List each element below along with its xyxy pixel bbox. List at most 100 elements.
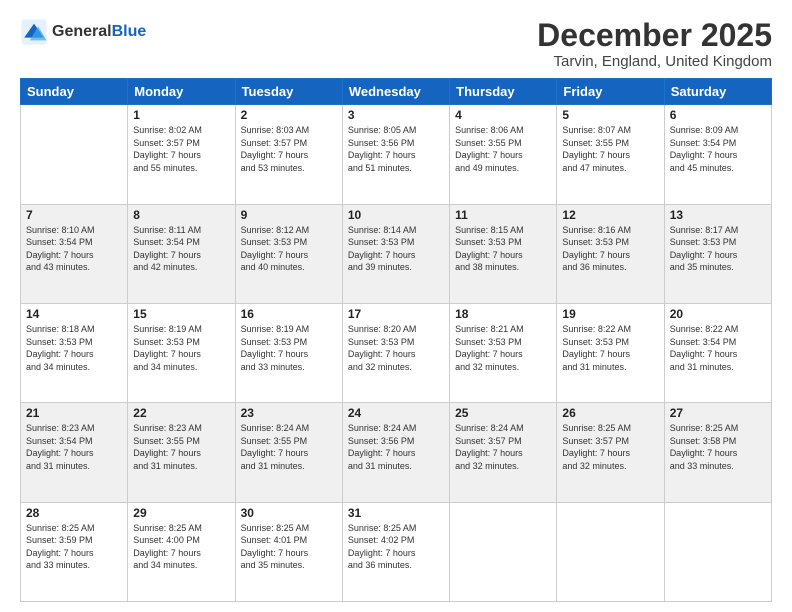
calendar-week-row: 21 Sunrise: 8:23 AMSunset: 3:54 PMDayligh… [21,403,772,502]
table-row: 22 Sunrise: 8:23 AMSunset: 3:55 PMDayligh… [128,403,235,502]
table-row: 30Sunrise: 8:25 AMSunset: 4:01 PMDayligh… [235,502,342,601]
table-row: 2 Sunrise: 8:03 AMSunset: 3:57 PMDaylight… [235,105,342,204]
day-info: Sunrise: 8:25 AMSunset: 4:01 PMDaylight:… [241,522,337,572]
day-info: Sunrise: 8:25 AMSunset: 4:00 PMDaylight:… [133,522,229,572]
table-row: 10 Sunrise: 8:14 AMSunset: 3:53 PMDayligh… [342,204,449,303]
day-info: Sunrise: 8:11 AMSunset: 3:54 PMDaylight:… [133,224,229,274]
day-info: Sunrise: 8:18 AMSunset: 3:53 PMDaylight:… [26,323,122,373]
day-info: Sunrise: 8:23 AMSunset: 3:55 PMDaylight:… [133,422,229,472]
table-row: 21 Sunrise: 8:23 AMSunset: 3:54 PMDayligh… [21,403,128,502]
header-monday: Monday [128,79,235,105]
day-number: 6 [670,108,766,122]
table-row: 17Sunrise: 8:20 AMSunset: 3:53 PMDayligh… [342,303,449,402]
day-number: 24 [348,406,444,420]
day-number: 29 [133,506,229,520]
table-row [450,502,557,601]
day-info: Sunrise: 8:21 AMSunset: 3:53 PMDaylight:… [455,323,551,373]
logo: GeneralBlue [20,18,146,46]
day-info: Sunrise: 8:10 AMSunset: 3:54 PMDaylight:… [26,224,122,274]
header-saturday: Saturday [664,79,771,105]
day-number: 3 [348,108,444,122]
day-info: Sunrise: 8:16 AMSunset: 3:53 PMDaylight:… [562,224,658,274]
table-row: 31 Sunrise: 8:25 AMSunset: 4:02 PMDayligh… [342,502,449,601]
day-number: 23 [241,406,337,420]
table-row: 27 Sunrise: 8:25 AMSunset: 3:58 PMDayligh… [664,403,771,502]
table-row [664,502,771,601]
table-row: 7 Sunrise: 8:10 AMSunset: 3:54 PMDaylight… [21,204,128,303]
day-number: 21 [26,406,122,420]
day-number: 19 [562,307,658,321]
day-number: 26 [562,406,658,420]
calendar-header-row: Sunday Monday Tuesday Wednesday Thursday… [21,79,772,105]
day-number: 16 [241,307,337,321]
main-title: December 2025 [537,18,772,53]
day-info: Sunrise: 8:24 AMSunset: 3:56 PMDaylight:… [348,422,444,472]
day-number: 15 [133,307,229,321]
header-wednesday: Wednesday [342,79,449,105]
day-number: 25 [455,406,551,420]
day-number: 5 [562,108,658,122]
day-number: 4 [455,108,551,122]
day-info: Sunrise: 8:17 AMSunset: 3:53 PMDaylight:… [670,224,766,274]
day-number: 18 [455,307,551,321]
table-row: 9 Sunrise: 8:12 AMSunset: 3:53 PMDaylight… [235,204,342,303]
day-number: 28 [26,506,122,520]
day-number: 1 [133,108,229,122]
day-number: 10 [348,208,444,222]
day-info: Sunrise: 8:25 AMSunset: 3:57 PMDaylight:… [562,422,658,472]
day-info: Sunrise: 8:19 AMSunset: 3:53 PMDaylight:… [133,323,229,373]
day-info: Sunrise: 8:12 AMSunset: 3:53 PMDaylight:… [241,224,337,274]
table-row: 4 Sunrise: 8:06 AMSunset: 3:55 PMDaylight… [450,105,557,204]
table-row: 13 Sunrise: 8:17 AMSunset: 3:53 PMDayligh… [664,204,771,303]
table-row: 15 Sunrise: 8:19 AMSunset: 3:53 PMDayligh… [128,303,235,402]
table-row: 28 Sunrise: 8:25 AMSunset: 3:59 PMDayligh… [21,502,128,601]
table-row: 29 Sunrise: 8:25 AMSunset: 4:00 PMDayligh… [128,502,235,601]
table-row: 20 Sunrise: 8:22 AMSunset: 3:54 PMDayligh… [664,303,771,402]
table-row: 3 Sunrise: 8:05 AMSunset: 3:56 PMDaylight… [342,105,449,204]
day-info: Sunrise: 8:25 AMSunset: 3:59 PMDaylight:… [26,522,122,572]
day-info: Sunrise: 8:25 AMSunset: 3:58 PMDaylight:… [670,422,766,472]
calendar-week-row: 28 Sunrise: 8:25 AMSunset: 3:59 PMDayligh… [21,502,772,601]
day-info: Sunrise: 8:03 AMSunset: 3:57 PMDaylight:… [241,124,337,174]
table-row: 11Sunrise: 8:15 AMSunset: 3:53 PMDayligh… [450,204,557,303]
calendar-week-row: 7 Sunrise: 8:10 AMSunset: 3:54 PMDaylight… [21,204,772,303]
page: GeneralBlue December 2025 Tarvin, Englan… [0,0,792,612]
subtitle: Tarvin, England, United Kingdom [537,53,772,70]
day-number: 2 [241,108,337,122]
header-tuesday: Tuesday [235,79,342,105]
table-row: 1 Sunrise: 8:02 AMSunset: 3:57 PMDaylight… [128,105,235,204]
logo-blue: Blue [112,23,147,40]
table-row [21,105,128,204]
day-info: Sunrise: 8:09 AMSunset: 3:54 PMDaylight:… [670,124,766,174]
table-row: 8 Sunrise: 8:11 AMSunset: 3:54 PMDaylight… [128,204,235,303]
day-info: Sunrise: 8:22 AMSunset: 3:54 PMDaylight:… [670,323,766,373]
table-row: 5Sunrise: 8:07 AMSunset: 3:55 PMDaylight… [557,105,664,204]
table-row: 12 Sunrise: 8:16 AMSunset: 3:53 PMDayligh… [557,204,664,303]
table-row: 18 Sunrise: 8:21 AMSunset: 3:53 PMDayligh… [450,303,557,402]
day-info: Sunrise: 8:14 AMSunset: 3:53 PMDaylight:… [348,224,444,274]
logo-general: General [52,23,112,40]
header-thursday: Thursday [450,79,557,105]
day-number: 8 [133,208,229,222]
day-info: Sunrise: 8:24 AMSunset: 3:55 PMDaylight:… [241,422,337,472]
day-number: 27 [670,406,766,420]
table-row: 26 Sunrise: 8:25 AMSunset: 3:57 PMDayligh… [557,403,664,502]
table-row: 16Sunrise: 8:19 AMSunset: 3:53 PMDayligh… [235,303,342,402]
day-info: Sunrise: 8:05 AMSunset: 3:56 PMDaylight:… [348,124,444,174]
day-number: 20 [670,307,766,321]
table-row [557,502,664,601]
header-sunday: Sunday [21,79,128,105]
table-row: 23 Sunrise: 8:24 AMSunset: 3:55 PMDayligh… [235,403,342,502]
logo-icon [20,18,48,46]
day-number: 22 [133,406,229,420]
day-number: 31 [348,506,444,520]
day-number: 7 [26,208,122,222]
day-number: 9 [241,208,337,222]
day-info: Sunrise: 8:25 AMSunset: 4:02 PMDaylight:… [348,522,444,572]
day-number: 17 [348,307,444,321]
day-number: 12 [562,208,658,222]
day-number: 13 [670,208,766,222]
day-info: Sunrise: 8:23 AMSunset: 3:54 PMDaylight:… [26,422,122,472]
day-info: Sunrise: 8:02 AMSunset: 3:57 PMDaylight:… [133,124,229,174]
day-info: Sunrise: 8:06 AMSunset: 3:55 PMDaylight:… [455,124,551,174]
